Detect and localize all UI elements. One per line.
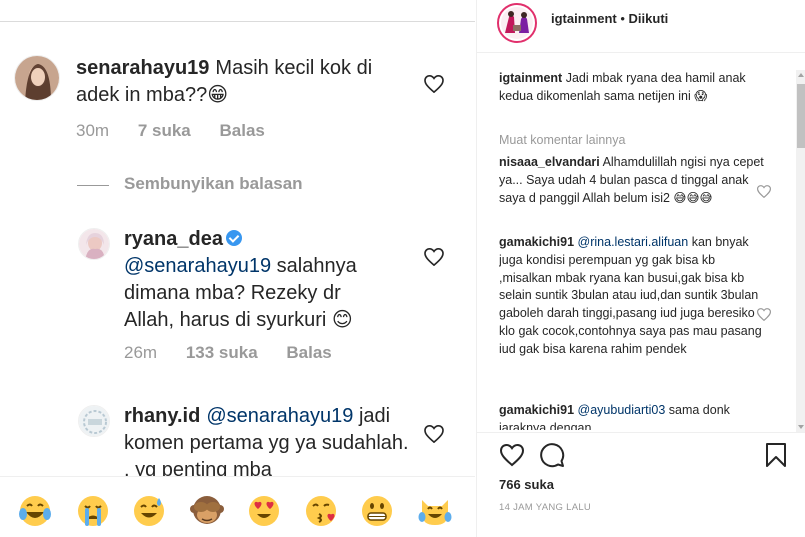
reply-button[interactable]: Balas <box>286 343 331 363</box>
comment-username[interactable]: senarahayu19 <box>76 57 209 79</box>
heart-icon[interactable] <box>424 75 444 93</box>
heart-icon[interactable] <box>757 308 771 321</box>
reply-mention[interactable]: @senarahayu19 <box>124 255 271 277</box>
crying-emoji-icon[interactable] <box>76 494 110 528</box>
post-sidebar: igtainment • Diikuti igtainment Jadi mba… <box>476 0 805 537</box>
account-avatar[interactable] <box>495 3 543 43</box>
kissing-heart-emoji-icon[interactable] <box>304 494 338 528</box>
grinning-emoji-icon[interactable] <box>360 494 394 528</box>
top-divider <box>0 0 475 22</box>
verified-badge-icon <box>225 230 242 246</box>
comment-likes[interactable]: 7 suka <box>138 121 191 141</box>
heart-icon[interactable] <box>757 185 771 198</box>
scroll-down-icon[interactable] <box>798 425 804 429</box>
hide-replies-label: Sembunyikan balasan <box>124 174 303 193</box>
comments-scrollbar[interactable] <box>796 70 805 432</box>
zoomed-comments-pane: senarahayu19 Masih kecil kok di adek in m… <box>0 0 475 537</box>
avatar[interactable] <box>78 405 110 437</box>
comment-list-item: gamakichi91 @ayubudiarti03 sama donk jar… <box>499 402 764 430</box>
header-divider <box>477 52 805 53</box>
scrollbar-thumb[interactable] <box>797 84 805 148</box>
laughing-tears-emoji-icon[interactable] <box>18 494 52 528</box>
heart-eyes-emoji-icon[interactable] <box>247 494 281 528</box>
comment-username[interactable]: gamakichi91 <box>499 403 574 417</box>
comment-text: kan bnyak juga kondisi perempuan yg gak … <box>499 235 762 356</box>
reply-meta: 26m 133 suka Balas <box>124 343 332 363</box>
comment-meta: 30m 7 suka Balas <box>76 121 265 141</box>
reply-text: ryana_dea @senarahayu19 salahnya dimana … <box>124 226 394 334</box>
bookmark-icon[interactable] <box>763 442 789 468</box>
comments-list: igtainment Jadi mbak ryana dea hamil ana… <box>499 70 786 430</box>
comment-mention[interactable]: @rina.lestari.alifuan <box>578 235 689 249</box>
caption-username[interactable]: igtainment <box>499 71 562 85</box>
post-header: igtainment • Diikuti <box>477 0 805 44</box>
avatar[interactable] <box>14 55 60 101</box>
following-button[interactable]: Diikuti <box>629 11 669 26</box>
avatar[interactable] <box>78 228 110 260</box>
reply-time: 26m <box>124 343 158 362</box>
heart-icon[interactable] <box>424 248 444 266</box>
post-header-title: igtainment • Diikuti <box>551 11 668 26</box>
comment-list-item: gamakichi91 @rina.lestari.alifuan kan bn… <box>499 234 771 359</box>
comment-icon[interactable] <box>539 442 565 468</box>
comment-list-item: nisaaa_elvandari Alhamdulillah ngisi nya… <box>499 154 771 207</box>
sweat-smile-emoji-icon[interactable] <box>132 494 166 528</box>
divider-line <box>77 185 109 186</box>
post-timestamp[interactable]: 14 JAM YANG LALU <box>499 502 591 513</box>
reply-username[interactable]: ryana_dea <box>124 228 223 250</box>
likes-count[interactable]: 766 suka <box>499 477 554 492</box>
comment-mention[interactable]: @ayubudiarti03 <box>578 403 666 417</box>
comment-username[interactable]: gamakichi91 <box>499 235 574 249</box>
emoji-quick-bar <box>0 476 475 537</box>
actions-divider <box>477 432 805 433</box>
caption: igtainment Jadi mbak ryana dea hamil ana… <box>499 70 764 106</box>
reply-button[interactable]: Balas <box>219 121 264 141</box>
header-separator: • <box>620 11 625 26</box>
scroll-up-icon[interactable] <box>798 73 804 77</box>
reply-username[interactable]: rhany.id <box>124 405 200 427</box>
heart-icon[interactable] <box>424 425 444 443</box>
see-no-evil-monkey-emoji-icon[interactable] <box>190 494 224 528</box>
reply-likes[interactable]: 133 suka <box>186 343 258 363</box>
cat-tears-of-joy-emoji-icon[interactable] <box>418 494 452 528</box>
comment-username[interactable]: nisaaa_elvandari <box>499 155 600 169</box>
account-username[interactable]: igtainment <box>551 11 617 26</box>
comment-text: senarahayu19 Masih kecil kok di adek in m… <box>76 55 411 109</box>
comment-time: 30m <box>76 121 110 140</box>
reply-mention[interactable]: @senarahayu19 <box>206 405 353 427</box>
reply-text: rhany.id @senarahayu19 jadi komen pertama… <box>124 403 414 484</box>
load-more-comments-button[interactable]: Muat komentar lainnya <box>499 132 625 150</box>
heart-icon[interactable] <box>499 442 525 468</box>
